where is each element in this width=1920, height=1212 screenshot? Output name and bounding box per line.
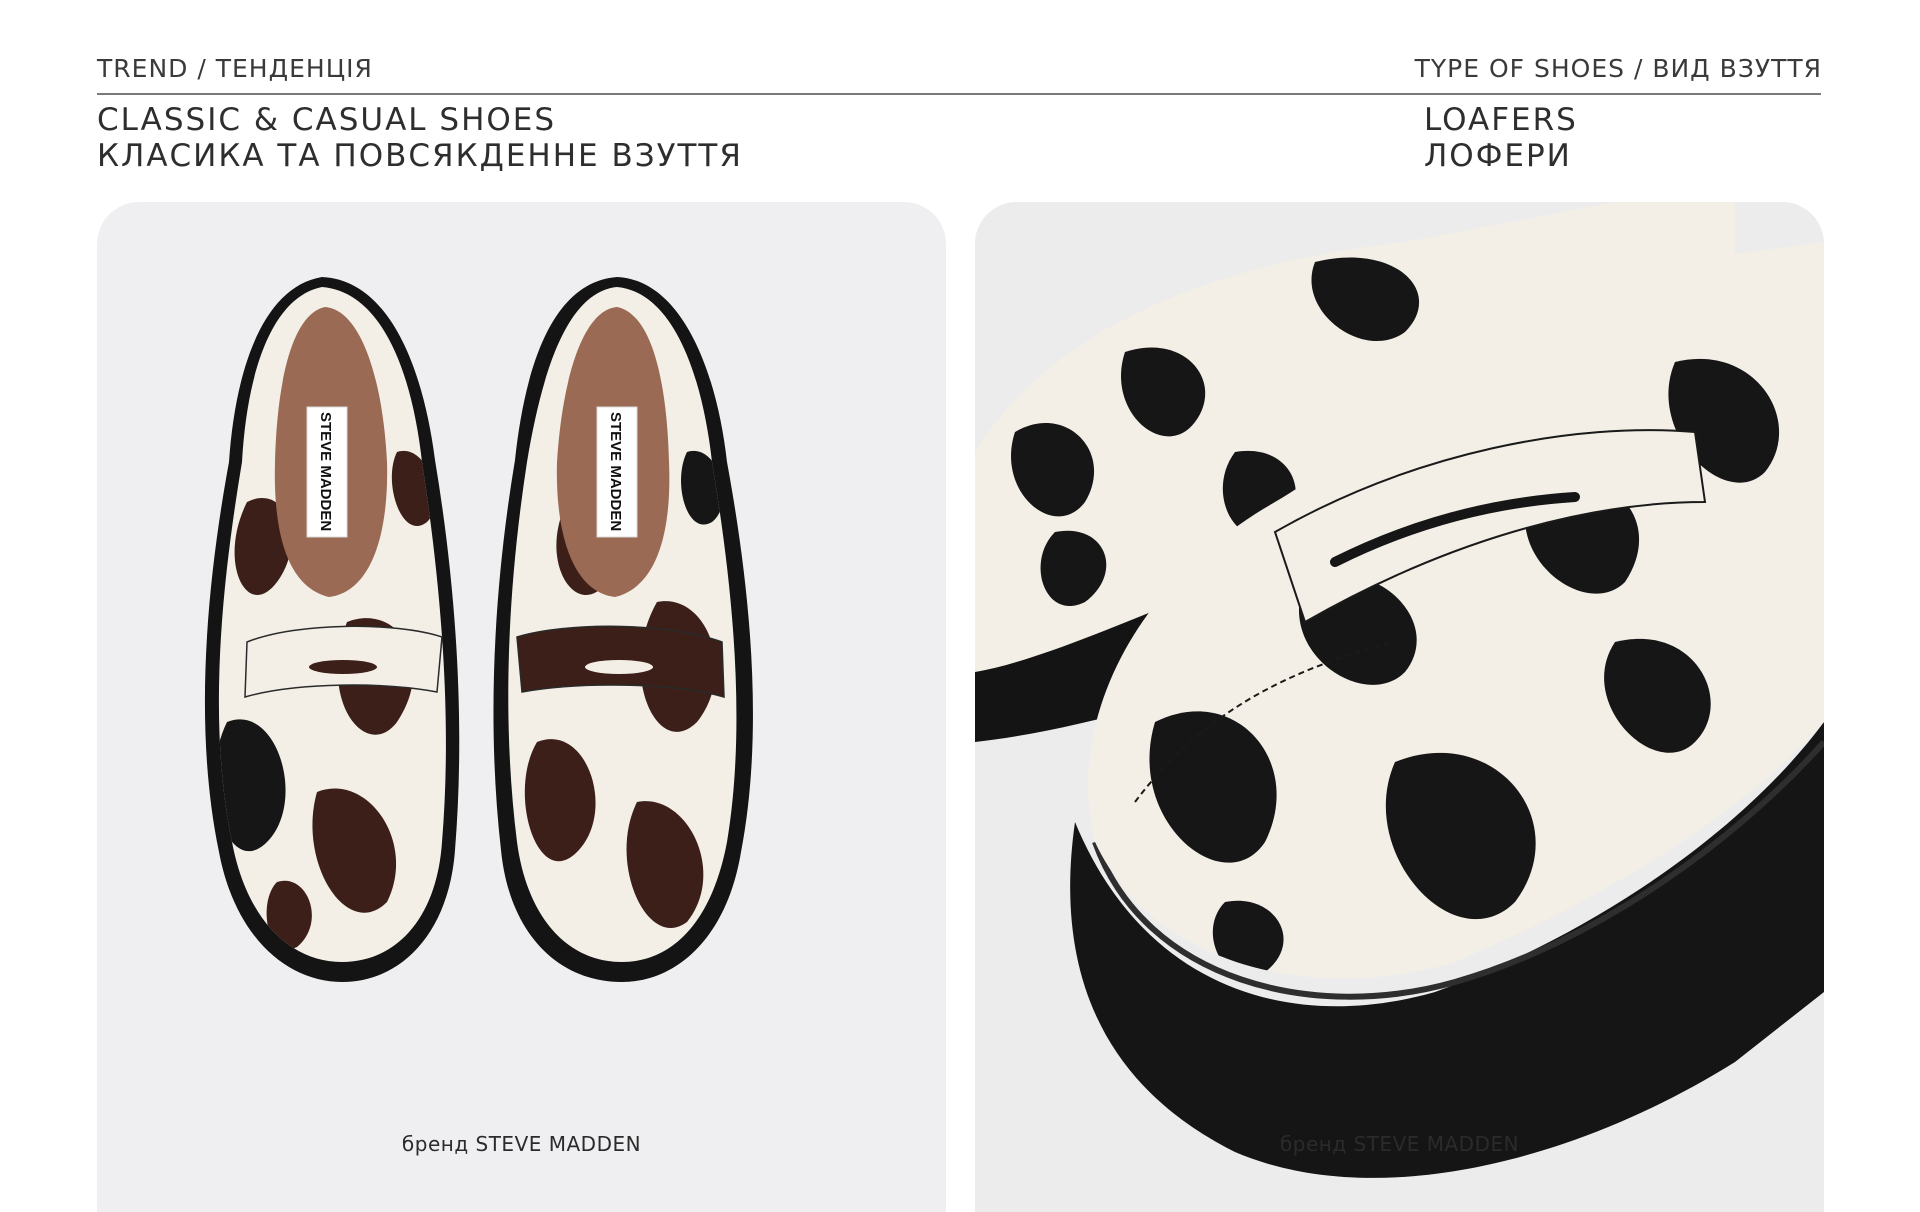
category-title-en: CLASSIC & CASUAL SHOES: [97, 102, 557, 138]
type-title-uk: ЛОФЕРИ: [1424, 138, 1572, 174]
type-title: LOAFERS ЛОФЕРИ: [1424, 102, 1578, 174]
header-divider: [97, 93, 1821, 95]
product-caption-left: бренд STEVE MADDEN: [401, 1132, 642, 1156]
left-insole-text: STEVE MADDEN: [317, 412, 334, 531]
trend-label: TREND / ТЕНДЕНЦІЯ: [97, 54, 373, 83]
category-title: CLASSIC & CASUAL SHOES КЛАСИКА ТА ПОВСЯК…: [97, 102, 743, 174]
product-card-closeup: бренд STEVE MADDEN: [975, 202, 1824, 1212]
type-title-en: LOAFERS: [1424, 102, 1578, 138]
right-insole-text: STEVE MADDEN: [607, 412, 624, 531]
type-label: TYPE OF SHOES / ВИД ВЗУТТЯ: [1414, 54, 1822, 83]
loafers-top-view-image: STEVE MADDEN STEVE MADDEN: [204, 277, 753, 982]
loafer-closeup-image: [975, 202, 1824, 1212]
product-caption-right: бренд STEVE MADDEN: [1279, 1132, 1520, 1156]
product-card-top-view: STEVE MADDEN STEVE MADDEN бренд STEVE MA…: [97, 202, 946, 1212]
category-title-uk: КЛАСИКА ТА ПОВСЯКДЕННЕ ВЗУТТЯ: [97, 138, 743, 174]
